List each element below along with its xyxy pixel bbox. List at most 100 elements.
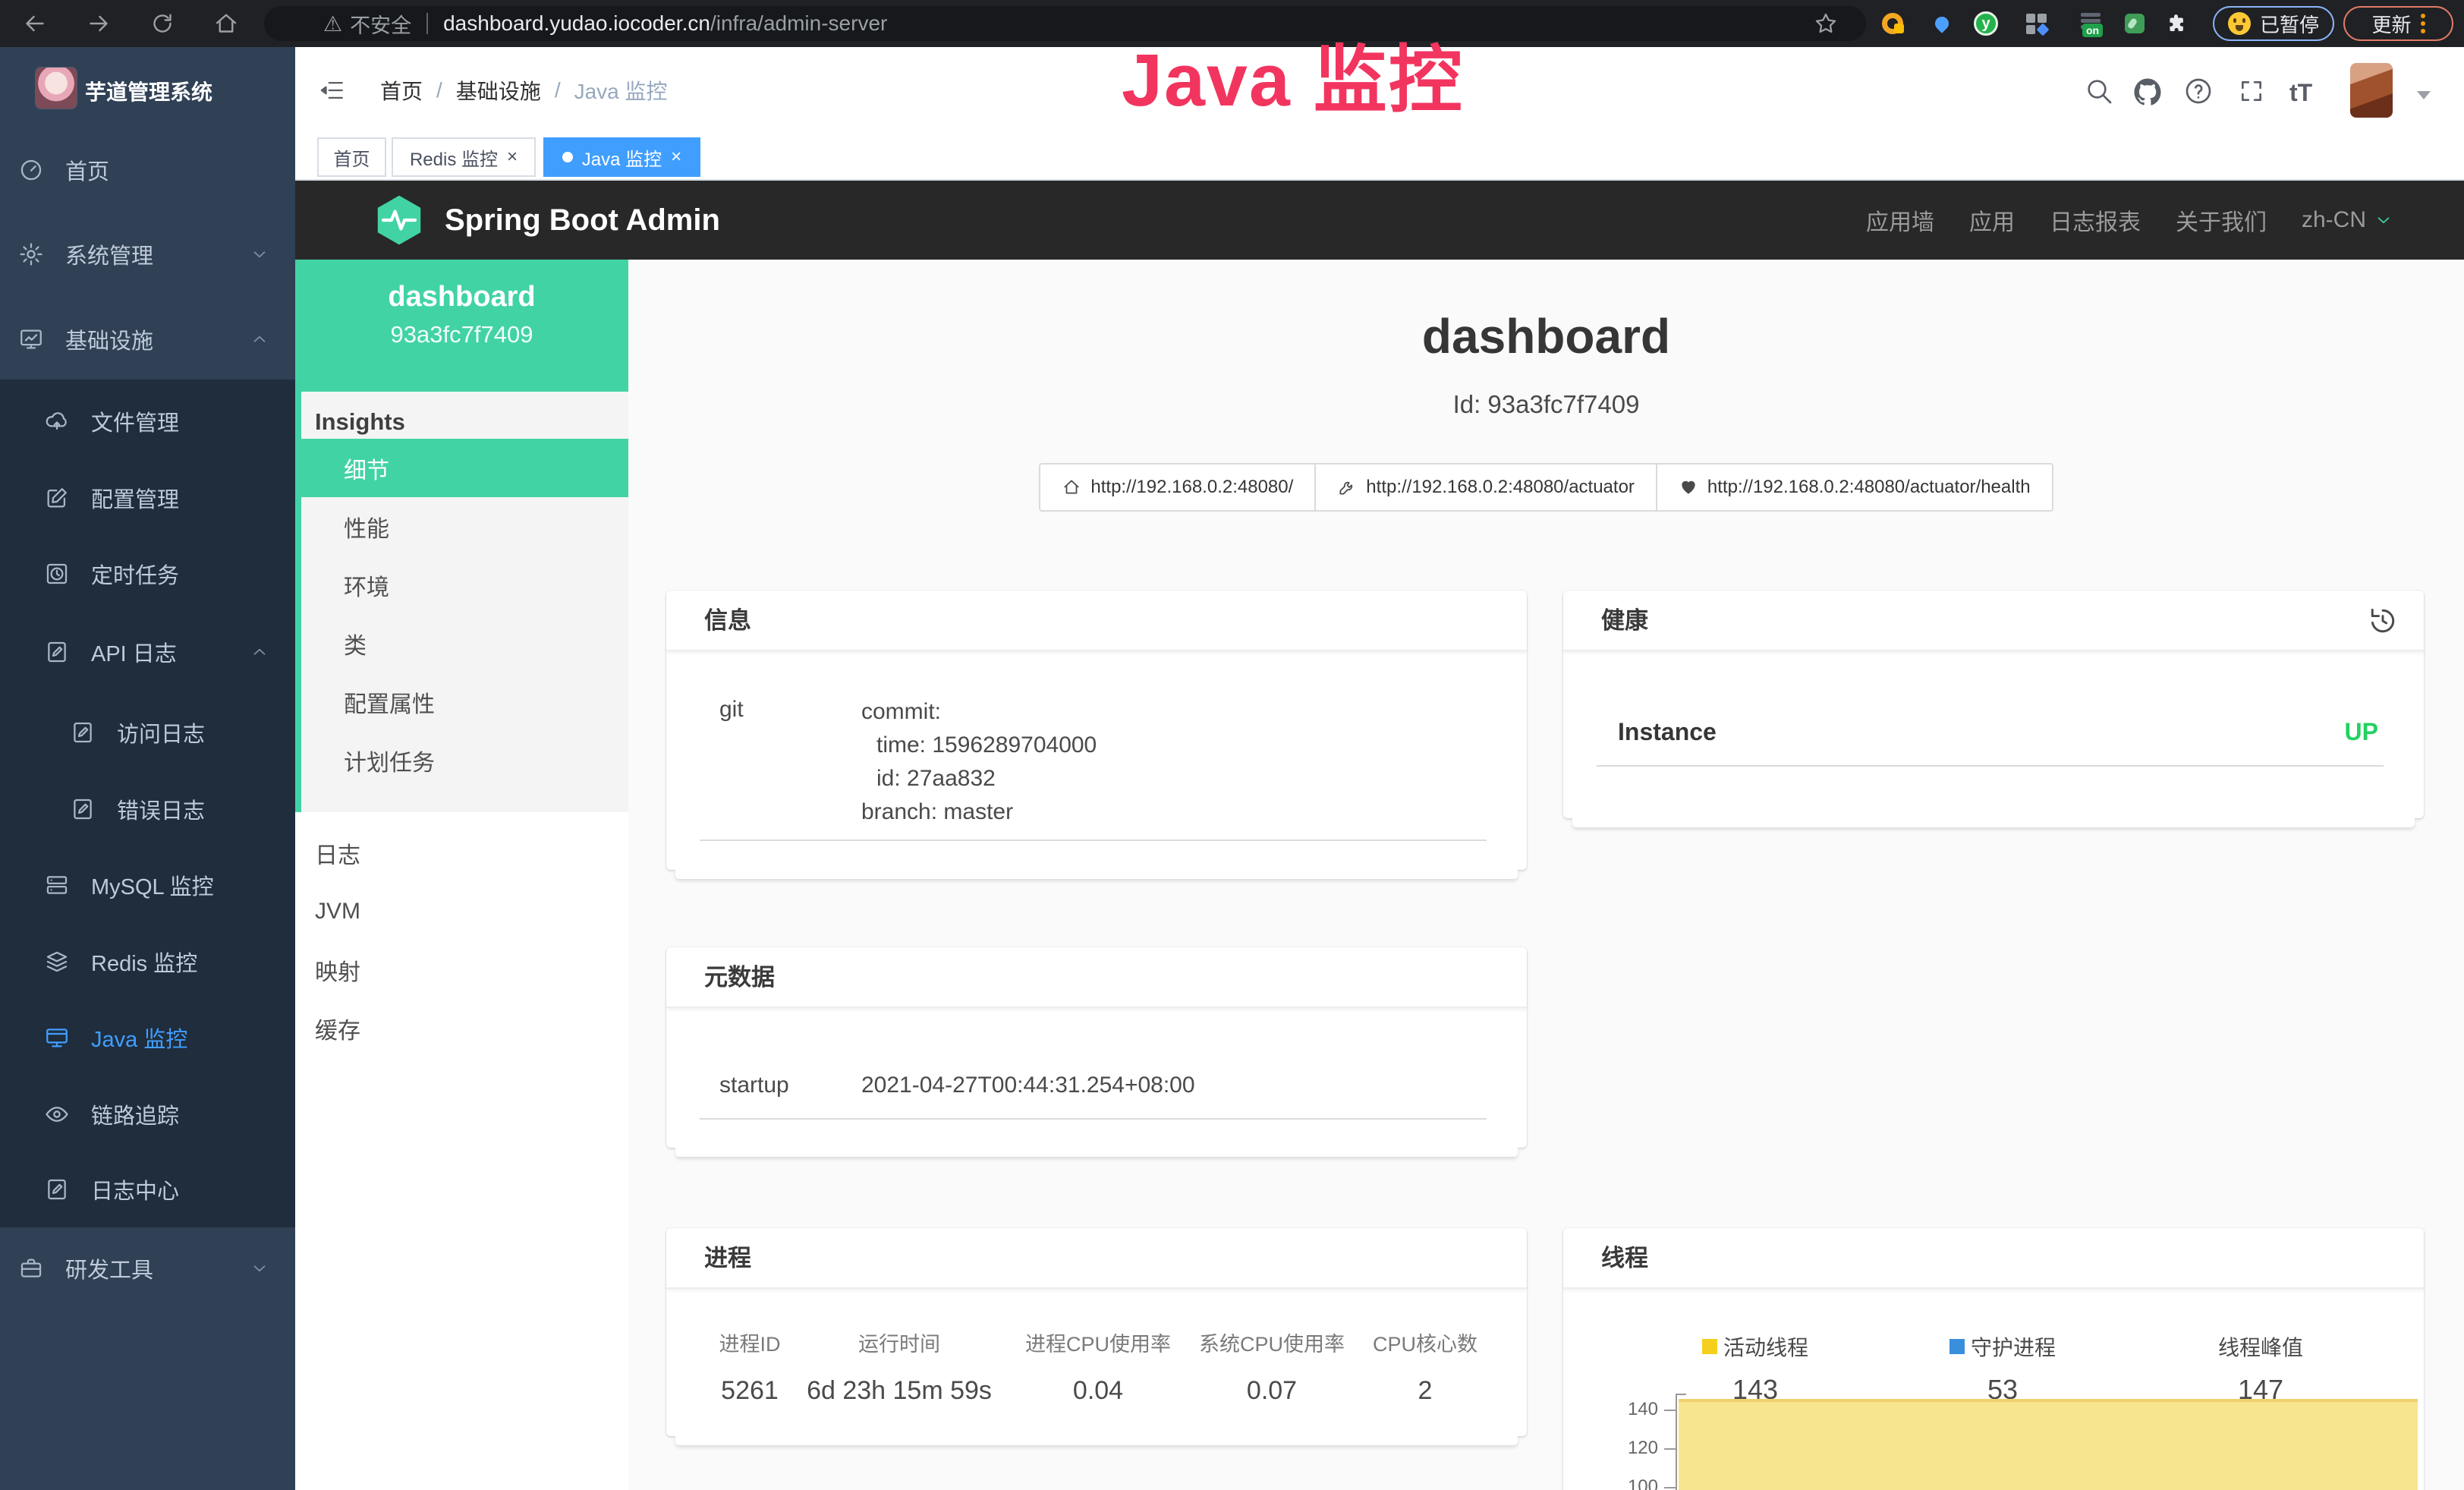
update-label: 更新 (2371, 10, 2411, 38)
sidebar-item-api-logs[interactable]: API 日志 (0, 614, 295, 690)
sba-hexagon-logo-icon (372, 193, 426, 247)
tab-label: 首页 (334, 144, 370, 171)
extension-grid-icon[interactable] (2025, 11, 2050, 36)
sba-instance-block[interactable]: dashboard 93a3fc7f7409 (295, 260, 628, 392)
sidebar-item-access-logs[interactable]: 访问日志 (0, 695, 295, 770)
sba-insights-section-label: Insights (315, 408, 405, 436)
threads-card: 线程 活动线程 守护进程 线程峰值 143 53 147 140 120 100 (1563, 1228, 2424, 1490)
sidebar-item-error-logs[interactable]: 错误日志 (0, 771, 295, 847)
address-bar[interactable]: ⚠ 不安全 dashboard.yudao.iocoder.cn/infra/a… (264, 6, 1866, 41)
font-size-icon[interactable]: tT (2289, 79, 2312, 107)
search-icon[interactable] (2084, 76, 2114, 106)
sba-nav-applications[interactable]: 应用 (1969, 203, 2015, 237)
extension-orange-ring-icon[interactable] (1880, 11, 1905, 36)
sidebar-item-scheduled-jobs[interactable]: 定时任务 (0, 536, 295, 612)
threads-card-title: 线程 (1563, 1228, 2424, 1289)
extension-green-y-icon[interactable]: y (1973, 11, 1999, 36)
sba-nav-journal[interactable]: 日志报表 (2050, 203, 2141, 237)
tab-redis-monitor[interactable]: Redis 监控 × (392, 137, 536, 177)
fullscreen-icon[interactable] (2236, 76, 2267, 106)
security-chip[interactable]: ⚠ 不安全 (323, 9, 411, 39)
sba-brand[interactable]: Spring Boot Admin (372, 181, 720, 260)
process-col-system-cpu: 系统CPU使用率 (1199, 1328, 1345, 1357)
browser-reload-icon[interactable] (149, 10, 176, 37)
sba-menu-label: 类 (344, 627, 367, 660)
browser-home-icon[interactable] (212, 10, 240, 37)
bookmark-star-icon[interactable] (1813, 11, 1840, 38)
sidebar-item-label: 配置管理 (91, 482, 179, 514)
extension-list-on-icon[interactable]: on (2079, 11, 2104, 36)
y-axis-cap (1676, 1394, 1686, 1395)
github-icon[interactable] (2132, 76, 2162, 106)
sba-menu-scheduled-tasks[interactable]: 计划任务 (301, 731, 628, 789)
chevron-up-icon (250, 329, 269, 349)
breadcrumb-home[interactable]: 首页 (380, 75, 423, 106)
sba-menu-config-props[interactable]: 配置属性 (301, 673, 628, 731)
tab-java-monitor[interactable]: Java 监控 × (543, 137, 700, 177)
emoji-face-icon (2228, 12, 2251, 35)
instance-health-url-link[interactable]: http://192.168.0.2:48080/actuator/health (1656, 463, 2053, 512)
health-card-title: 健康 (1563, 591, 2424, 651)
user-menu-caret-icon[interactable] (2417, 91, 2431, 99)
sba-menu-details[interactable]: 细节 (301, 439, 628, 497)
monitor-chart-icon (18, 326, 44, 352)
y-tick-120: 120 (1613, 1438, 1658, 1459)
instance-service-url-link[interactable]: http://192.168.0.2:48080/ (1039, 463, 1316, 512)
chrome-update-button[interactable]: 更新 (2343, 6, 2453, 41)
history-icon[interactable] (2366, 604, 2399, 638)
database-server-icon (44, 872, 70, 898)
help-icon[interactable] (2183, 76, 2214, 106)
sba-menu-logs[interactable]: 日志 (295, 824, 628, 882)
close-icon[interactable]: × (671, 148, 681, 166)
sidebar-item-java-monitor[interactable]: Java 监控 (0, 1000, 295, 1076)
legend-label: 线程峰值 (2218, 1331, 2303, 1362)
sidebar-item-label: 首页 (65, 154, 109, 186)
legend-label: 活动线程 (1723, 1331, 1808, 1362)
sidebar-item-label: 日志中心 (91, 1173, 179, 1205)
sidebar-item-infra[interactable]: 基础设施 (0, 301, 295, 377)
screen-icon (44, 1025, 70, 1051)
sba-menu-metrics[interactable]: 性能 (301, 497, 628, 556)
sba-menu-environment[interactable]: 环境 (301, 556, 628, 614)
metadata-row-value: 2021-04-27T00:44:31.254+08:00 (861, 1073, 1195, 1098)
extension-sprout-icon[interactable] (2122, 11, 2148, 36)
process-col-uptime: 运行时间 (858, 1328, 940, 1357)
breadcrumb-infra[interactable]: 基础设施 (456, 75, 541, 106)
legend-swatch-yellow (1702, 1339, 1717, 1354)
extension-blue-pin-icon[interactable] (1929, 11, 1955, 36)
browser-forward-icon[interactable] (85, 10, 112, 37)
close-icon[interactable]: × (507, 148, 518, 166)
tab-home[interactable]: 首页 (317, 137, 386, 177)
sidebar-collapse-icon[interactable] (318, 77, 347, 103)
sba-menu-label: 映射 (315, 953, 360, 987)
sidebar-item-log-center[interactable]: 日志中心 (0, 1151, 295, 1227)
sidebar-item-home[interactable]: 首页 (0, 132, 295, 208)
sba-nav-about[interactable]: 关于我们 (2176, 203, 2267, 237)
sba-menu-classes[interactable]: 类 (301, 614, 628, 673)
sba-instance-id: 93a3fc7f7409 (295, 321, 628, 348)
tab-label: Java 监控 (582, 144, 662, 171)
sba-menu-caches[interactable]: 缓存 (295, 999, 628, 1057)
sidebar-item-mysql-monitor[interactable]: MySQL 监控 (0, 847, 295, 923)
health-status-badge: UP (2345, 718, 2378, 746)
user-avatar[interactable] (2350, 63, 2393, 118)
legend-live-threads: 活动线程 (1702, 1331, 1808, 1362)
profile-paused-badge[interactable]: 已暂停 (2213, 6, 2334, 41)
sidebar-item-dev-tools[interactable]: 研发工具 (0, 1230, 295, 1306)
sba-menu-mappings[interactable]: 映射 (295, 940, 628, 999)
metadata-card-title: 元数据 (666, 947, 1527, 1008)
sidebar-item-files[interactable]: 文件管理 (0, 383, 295, 459)
browser-back-icon[interactable] (21, 10, 49, 37)
sidebar-item-redis-monitor[interactable]: Redis 监控 (0, 924, 295, 1000)
sidebar-item-tracing[interactable]: 链路追踪 (0, 1076, 295, 1152)
process-col-cpus: CPU核心数 (1373, 1328, 1477, 1357)
sba-nav-wallboard[interactable]: 应用墙 (1866, 203, 1934, 237)
extensions-puzzle-icon[interactable] (2165, 11, 2191, 36)
sidebar-item-label: 系统管理 (65, 238, 153, 270)
sidebar-item-system[interactable]: 系统管理 (0, 216, 295, 292)
sidebar-item-config[interactable]: 配置管理 (0, 460, 295, 536)
process-card-title: 进程 (666, 1228, 1527, 1289)
sba-locale-select[interactable]: zh-CN (2302, 207, 2393, 233)
instance-actuator-url-link[interactable]: http://192.168.0.2:48080/actuator (1314, 463, 1657, 512)
sba-menu-jvm[interactable]: JVM (295, 882, 628, 940)
